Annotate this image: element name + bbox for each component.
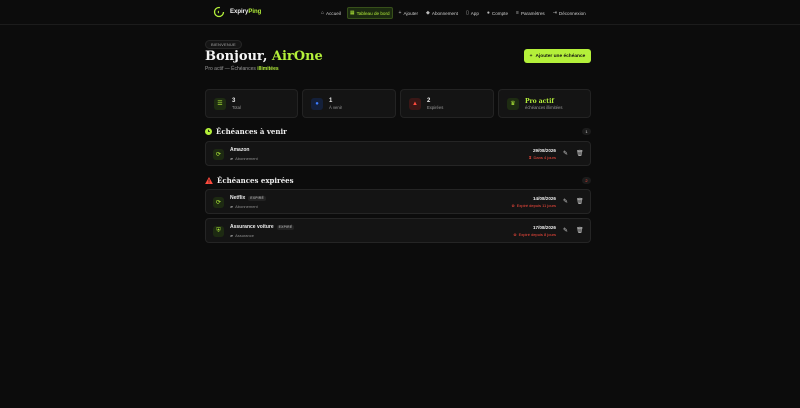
deadline-name: Netflix EXPIRÉ	[230, 195, 266, 201]
edit-icon[interactable]: ✎	[563, 198, 568, 205]
edit-icon[interactable]: ✎	[563, 150, 568, 157]
nav-item-ajouter[interactable]: + Ajouter	[397, 8, 420, 18]
plus-icon: +	[529, 53, 533, 59]
user-name: AirOne	[271, 49, 323, 64]
expired-tag: EXPIRÉ	[276, 224, 295, 230]
diamond-icon: ◆	[426, 10, 430, 16]
folder-icon: ▰	[230, 156, 234, 161]
x-circle-icon: ⊗	[513, 232, 517, 237]
nav-item-app[interactable]: ▯ App	[464, 8, 481, 18]
deadline-row[interactable]: ⟳ Amazon ▰ Abonnement 29/08/2026 ⧗ Dans 4 …	[205, 141, 591, 166]
nav-item-abonnement[interactable]: ◆ Abonnement	[424, 8, 460, 18]
section-expired-title: Échéances expirées	[205, 176, 294, 185]
user-icon: ●	[486, 10, 490, 16]
home-icon: ⌂	[321, 10, 325, 16]
deadline-category: ▰ Abonnement	[230, 204, 258, 209]
phone-icon: ▯	[465, 10, 469, 16]
shield-icon: ⛨	[213, 226, 224, 237]
page-title: Bonjour, AirOne	[205, 49, 323, 64]
crown-icon: ♛	[507, 97, 519, 110]
nav-item-tableau-de-bord[interactable]: ▦ Tableau de bord	[346, 7, 393, 19]
expiryping-logo-icon	[213, 6, 225, 18]
stat-card-plan: ♛ Pro actif échéances illimitées	[498, 89, 591, 118]
settings-icon: ≡	[516, 10, 519, 16]
expired-tag: EXPIRÉ	[248, 195, 266, 201]
nav-item-accueil[interactable]: ⌂ Accueil	[319, 8, 343, 18]
folder-icon: ▰	[230, 233, 234, 238]
list-icon: ☰	[214, 97, 226, 110]
warning-icon	[205, 177, 213, 184]
add-deadline-button[interactable]: + Ajouter une échéance	[524, 49, 591, 63]
folder-icon: ▰	[230, 204, 234, 209]
delete-icon[interactable]: 🗑	[576, 198, 584, 205]
stat-card-total: ☰ 3 Total	[205, 89, 298, 118]
section-upcoming-title: Échéances à venir	[205, 127, 287, 136]
deadline-date: 17/08/2026	[533, 225, 556, 230]
main-nav: ⌂ Accueil ▦ Tableau de bord + Ajouter ◆ Abon…	[319, 7, 588, 19]
stat-card-upcoming: ● 1À venir	[302, 89, 396, 118]
nav-item-deconnexion[interactable]: ⇥ Déconnexion	[551, 8, 588, 18]
section-upcoming-count: 1	[582, 128, 591, 135]
deadline-status: ⊗ Expiré depuis 8 jours	[513, 232, 556, 237]
clock-icon: ●	[311, 97, 323, 110]
plan-subtitle: Pro actif — Échéances illimitées	[205, 66, 279, 72]
deadline-status: ⊗ Expiré depuis 11 jours	[511, 203, 556, 208]
refresh-icon: ⟳	[213, 149, 224, 160]
deadline-category: ▰ Abonnement	[230, 156, 258, 161]
nav-item-parametres[interactable]: ≡ Paramètres	[514, 8, 547, 18]
deadline-date: 29/08/2026	[533, 148, 556, 153]
welcome-badge: BIENVENUE	[205, 40, 242, 49]
x-circle-icon: ⊗	[511, 203, 515, 208]
hourglass-icon: ⧗	[528, 155, 532, 160]
deadline-row[interactable]: ⛨ Assurance voiture EXPIRÉ ▰ Assurance 17/…	[205, 218, 591, 243]
clock-icon	[205, 128, 212, 135]
nav-item-compte[interactable]: ● Compte	[485, 8, 510, 18]
deadline-date: 14/08/2026	[533, 196, 556, 201]
plus-icon: +	[398, 10, 402, 16]
deadline-category: ▰ Assurance	[230, 233, 254, 238]
deadline-row[interactable]: ⟳ Netflix EXPIRÉ ▰ Abonnement 14/08/2026 ⊗…	[205, 189, 591, 214]
delete-icon[interactable]: 🗑	[576, 150, 584, 157]
brand-name: ExpiryPing	[230, 9, 262, 15]
deadline-name: Assurance voiture EXPIRÉ	[230, 224, 295, 230]
delete-icon[interactable]: 🗑	[576, 227, 584, 234]
section-expired-count: 2	[582, 177, 591, 184]
warning-icon: ▲	[409, 97, 421, 110]
logout-icon: ⇥	[552, 10, 557, 16]
refresh-icon: ⟳	[213, 197, 224, 208]
brand[interactable]: ExpiryPing	[213, 6, 261, 18]
edit-icon[interactable]: ✎	[563, 227, 568, 234]
top-navbar: ExpiryPing ⌂ Accueil ▦ Tableau de bord + Aj…	[0, 0, 800, 25]
dashboard-icon: ▦	[349, 10, 355, 16]
stat-card-expired: ▲ 2 Expirées	[400, 89, 494, 118]
deadline-name: Amazon	[230, 147, 250, 153]
deadline-status: ⧗ Dans 4 jours	[528, 155, 556, 160]
